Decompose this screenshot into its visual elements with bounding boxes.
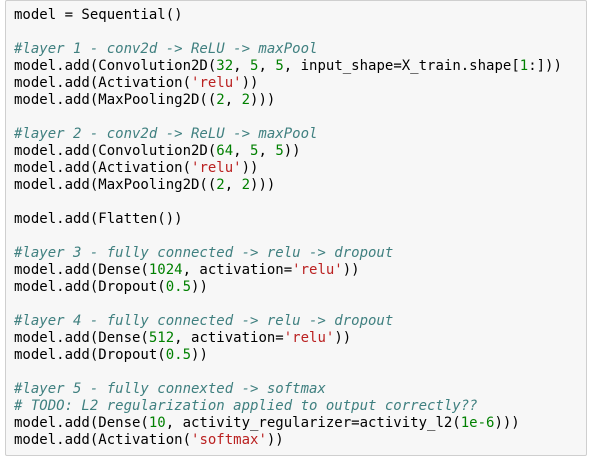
code-number: 2 bbox=[216, 92, 225, 108]
code-comment: #layer 3 - fully connected -> relu -> dr… bbox=[14, 245, 394, 261]
code-line: #layer 4 - fully connected -> relu -> dr… bbox=[14, 313, 562, 330]
code-line: model.add(Dense(10, activity_regularizer… bbox=[14, 415, 562, 432]
code-text: , bbox=[224, 92, 242, 108]
code-text: , bbox=[258, 58, 276, 74]
code-number: 5 bbox=[275, 143, 284, 159]
code-number: 512 bbox=[148, 330, 175, 346]
code-text: model.add(Dropout( bbox=[14, 347, 166, 363]
code-text: model.add(MaxPooling2D(( bbox=[14, 177, 217, 193]
code-text: )) bbox=[283, 143, 301, 159]
code-text: )) bbox=[334, 330, 352, 346]
code-comment: #layer 4 - fully connected -> relu -> dr… bbox=[14, 313, 394, 329]
code-string: 'relu' bbox=[191, 160, 242, 176]
code-text: model.add(Convolution2D( bbox=[14, 58, 217, 74]
code-number: 1024 bbox=[148, 262, 183, 278]
code-number: 2 bbox=[241, 177, 251, 193]
code-line: #layer 2 - conv2d -> ReLU -> maxPool bbox=[14, 126, 562, 143]
code-comment: #layer 2 - conv2d -> ReLU -> maxPool bbox=[14, 126, 318, 142]
code-number: 2 bbox=[241, 92, 251, 108]
code-text: )) bbox=[241, 160, 259, 176]
code-text: )) bbox=[342, 262, 360, 278]
code-comment: #layer 5 - fully connexted -> softmax bbox=[14, 381, 326, 397]
code-text: , bbox=[233, 143, 251, 159]
code-text: model.add(MaxPooling2D(( bbox=[14, 92, 217, 108]
code-line: model.add(Dense(1024, activation='relu')… bbox=[14, 262, 562, 279]
code-text: model = Sequential() bbox=[14, 7, 183, 23]
code-text: , bbox=[233, 58, 251, 74]
code-text: , bbox=[258, 143, 276, 159]
code-line: model.add(Activation('relu')) bbox=[14, 75, 562, 92]
code-number: 1 bbox=[519, 58, 529, 74]
code-text: :])) bbox=[528, 58, 562, 74]
code-text: )) bbox=[191, 347, 208, 363]
code-line: #layer 3 - fully connected -> relu -> dr… bbox=[14, 245, 562, 262]
code-line: model.add(Convolution2D(64, 5, 5)) bbox=[14, 143, 562, 160]
code-text: )) bbox=[191, 279, 208, 295]
code-comment: # TODO: L2 regularization applied to out… bbox=[14, 398, 478, 414]
code-text: model.add(Dropout( bbox=[14, 279, 166, 295]
code-number: 0.5 bbox=[165, 347, 192, 363]
code-line: model = Sequential() bbox=[14, 7, 562, 24]
code-text: model.add(Dense( bbox=[14, 415, 149, 431]
code-number: 5 bbox=[275, 58, 284, 74]
code-number: 1e-6 bbox=[460, 415, 495, 431]
code-line: model.add(Dropout(0.5)) bbox=[14, 279, 562, 296]
code-string: 'softmax' bbox=[191, 432, 267, 448]
code-string: 'relu' bbox=[283, 330, 335, 346]
code-line: #layer 5 - fully connexted -> softmax bbox=[14, 381, 562, 398]
code-line: model.add(Flatten()) bbox=[14, 211, 562, 228]
code-string: 'relu' bbox=[191, 75, 242, 91]
code-line: model.add(Convolution2D(32, 5, 5, input_… bbox=[14, 58, 562, 75]
code-line: model.add(MaxPooling2D((2, 2))) bbox=[14, 177, 562, 194]
code-text: , input_shape=X_train.shape[ bbox=[283, 58, 520, 74]
code-text: model.add(Activation( bbox=[14, 432, 192, 448]
code-string: 'relu' bbox=[292, 262, 343, 278]
code-line: model.add(MaxPooling2D((2, 2))) bbox=[14, 92, 562, 109]
code-line: model.add(Dense(512, activation='relu')) bbox=[14, 330, 562, 347]
code-line: model.add(Dropout(0.5)) bbox=[14, 347, 562, 364]
code-editor[interactable]: model = Sequential() #layer 1 - conv2d ->… bbox=[14, 7, 562, 449]
code-text: , activity_regularizer=activity_l2( bbox=[165, 415, 461, 431]
code-line: # TODO: L2 regularization applied to out… bbox=[14, 398, 562, 415]
code-text: model.add(Flatten()) bbox=[14, 211, 183, 227]
code-number: 64 bbox=[216, 143, 234, 159]
code-text: )) bbox=[241, 75, 259, 91]
code-number: 0.5 bbox=[165, 279, 192, 295]
code-text: model.add(Dense( bbox=[14, 330, 149, 346]
code-line: model.add(Activation('relu')) bbox=[14, 160, 562, 177]
code-text: model.add(Dense( bbox=[14, 262, 149, 278]
code-comment: #layer 1 - conv2d -> ReLU -> maxPool bbox=[14, 41, 318, 57]
code-number: 10 bbox=[148, 415, 166, 431]
code-text: ))) bbox=[250, 177, 276, 193]
code-number: 2 bbox=[216, 177, 225, 193]
code-text: model.add(Convolution2D( bbox=[14, 143, 217, 159]
code-text: ))) bbox=[250, 92, 276, 108]
code-text: , activation= bbox=[174, 330, 284, 346]
code-number: 32 bbox=[216, 58, 234, 74]
code-text: model.add(Activation( bbox=[14, 160, 192, 176]
code-text: , bbox=[224, 177, 242, 193]
code-line: #layer 1 - conv2d -> ReLU -> maxPool bbox=[14, 41, 562, 58]
code-line: model.add(Activation('softmax')) bbox=[14, 432, 562, 449]
code-text: )) bbox=[266, 432, 284, 448]
code-text: model.add(Activation( bbox=[14, 75, 192, 91]
code-text: ))) bbox=[494, 415, 520, 431]
code-cell[interactable]: model = Sequential() #layer 1 - conv2d ->… bbox=[5, 0, 587, 456]
code-text: , activation= bbox=[182, 262, 293, 278]
